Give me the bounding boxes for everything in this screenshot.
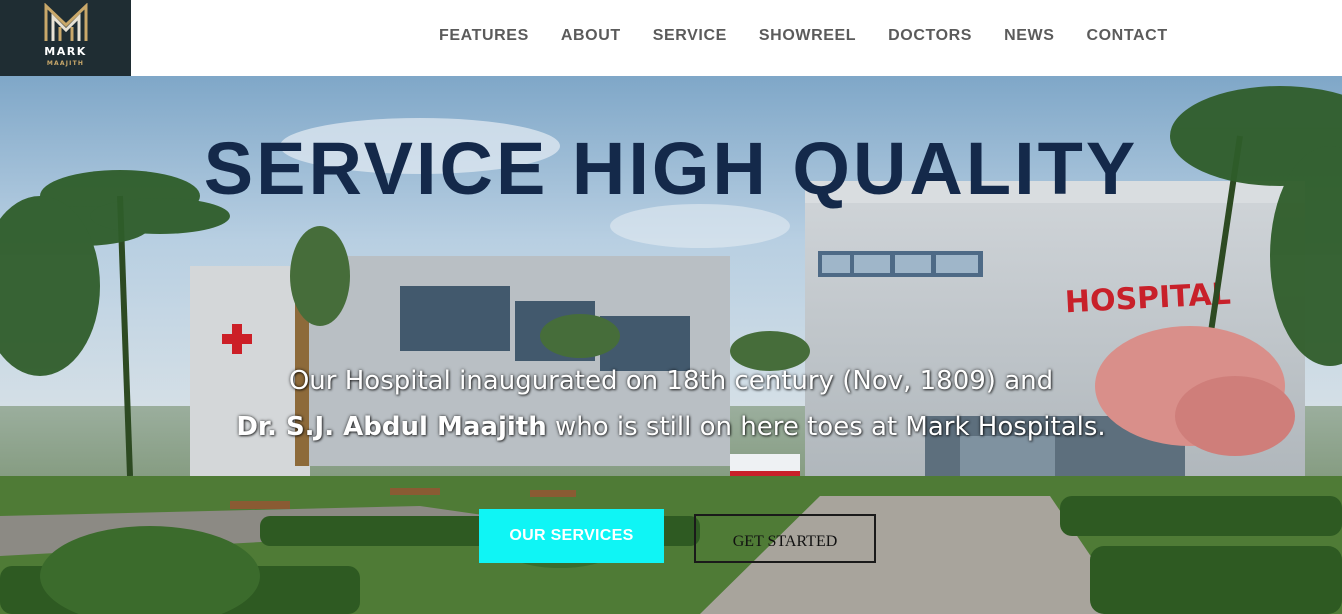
mark-monogram-icon xyxy=(44,3,87,41)
hero-section: HOSPITAL SERVICE HIGH QUALITY Our Hospit… xyxy=(0,76,1342,614)
nav-service[interactable]: SERVICE xyxy=(637,27,743,45)
get-started-button[interactable]: GET STARTED xyxy=(694,514,876,563)
doctor-name: Dr. S.J. Abdul Maajith xyxy=(236,412,547,442)
nav-doctors[interactable]: DOCTORS xyxy=(872,27,988,45)
top-navbar: MARK MAAJITH FEATURES ABOUT SERVICE SHOW… xyxy=(0,0,1342,76)
nav-features[interactable]: FEATURES xyxy=(423,27,545,45)
brand-name: MARK xyxy=(44,45,87,58)
hero-description-line2: Dr. S.J. Abdul Maajith who is still on h… xyxy=(0,412,1342,442)
nav-contact[interactable]: CONTACT xyxy=(1070,27,1183,45)
hero-description-line2-rest: who is still on here toes at Mark Hospit… xyxy=(546,412,1106,442)
brand-subname: MAAJITH xyxy=(46,60,85,67)
nav-about[interactable]: ABOUT xyxy=(545,27,637,45)
our-services-button[interactable]: OUR SERVICES xyxy=(479,509,664,563)
brand-logo[interactable]: MARK MAAJITH xyxy=(0,0,131,76)
main-nav: FEATURES ABOUT SERVICE SHOWREEL DOCTORS … xyxy=(423,0,1184,72)
hero-title: SERVICE HIGH QUALITY xyxy=(203,127,1139,210)
nav-news[interactable]: NEWS xyxy=(988,27,1070,45)
nav-showreel[interactable]: SHOWREEL xyxy=(743,27,872,45)
hero-description-line1: Our Hospital inaugurated on 18th century… xyxy=(288,366,1054,396)
